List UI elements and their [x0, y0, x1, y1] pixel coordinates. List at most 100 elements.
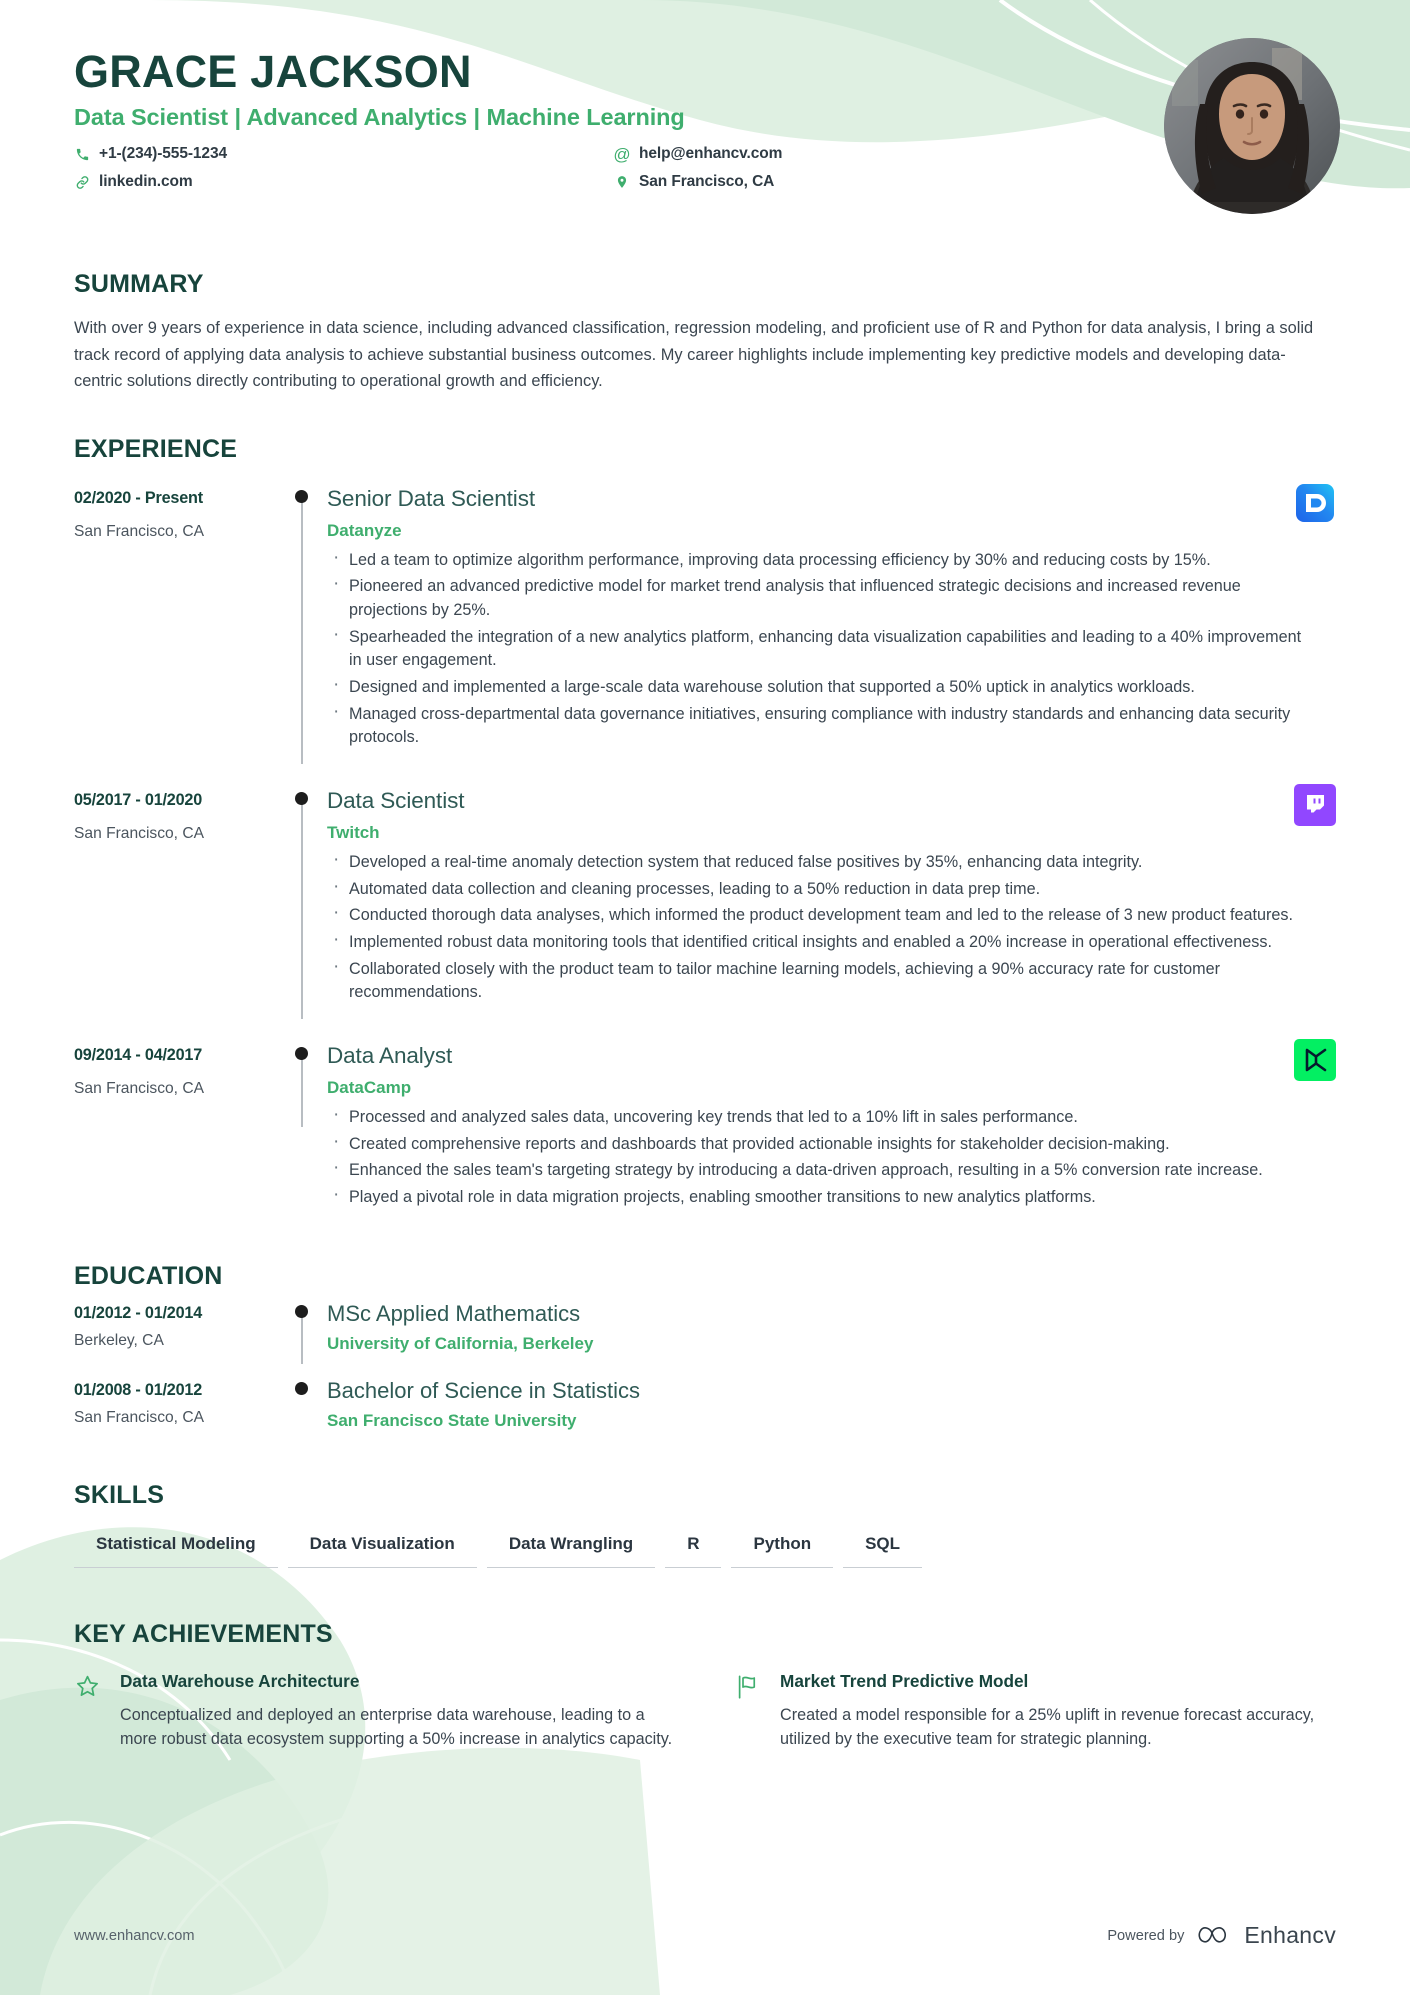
education-body: MSc Applied Mathematics University of Ca… [327, 1301, 1336, 1354]
experience-meta: 05/2017 - 01/2020 San Francisco, CA [74, 788, 279, 1005]
timeline-rail [279, 1301, 327, 1364]
education-date: 01/2008 - 01/2012 [74, 1380, 203, 1399]
flag-icon [734, 1671, 764, 1752]
timeline-dot [295, 1046, 308, 1060]
experience-bullet: Created comprehensive reports and dashbo… [327, 1128, 1316, 1157]
contact-linkedin-text: linkedin.com [99, 173, 193, 191]
skill-chip: Python [731, 1534, 834, 1568]
achievements-grid: Data Warehouse Architecture Conceptualiz… [74, 1671, 1334, 1752]
skill-chip: R [665, 1534, 722, 1568]
summary-text: With over 9 years of experience in data … [74, 319, 1314, 391]
enhancv-brand: Enhancv [1197, 1922, 1336, 1949]
education-school: University of California, Berkeley [327, 1333, 594, 1353]
experience-body: Senior Data Scientist Datanyze Led a tea… [327, 483, 1336, 750]
contact-phone[interactable]: +1-(234)-555-1234 [74, 145, 614, 163]
skill-chip: Data Wrangling [486, 1534, 656, 1568]
experience-bullet: Spearheaded the integration of a new ana… [327, 621, 1316, 673]
contact-location: San Francisco, CA [614, 173, 834, 191]
skill-chip: Statistical Modeling [74, 1534, 278, 1568]
experience-bullet: Collaborated closely with the product te… [327, 953, 1316, 1005]
skills-section-title: SKILLS [74, 1480, 165, 1509]
achievement-title: Market Trend Predictive Model [780, 1670, 1029, 1691]
footer: www.enhancv.com Powered by Enhancv [0, 1922, 1410, 1949]
achievements-section: KEY ACHIEVEMENTS Data Warehouse Architec… [0, 1620, 1410, 1752]
contact-phone-text: +1-(234)-555-1234 [99, 145, 227, 163]
timeline-rail [279, 486, 327, 764]
powered-by-block: Powered by Enhancv [1107, 1922, 1336, 1949]
avatar-photo [1164, 38, 1340, 214]
experience-bullet: Implemented robust data monitoring tools… [327, 926, 1316, 955]
experience-company: DataCamp [327, 1077, 412, 1097]
avatar [1164, 38, 1340, 214]
achievement-item: Market Trend Predictive Model Created a … [734, 1671, 1334, 1752]
experience-location: San Francisco, CA [74, 1079, 204, 1097]
experience-bullet: Led a team to optimize algorithm perform… [327, 544, 1316, 573]
experience-body: Data Scientist Twitch Developed a real-t… [327, 783, 1336, 1005]
experience-bullets: Developed a real-time anomaly detection … [327, 846, 1316, 1005]
experience-bullet: Automated data collection and cleaning p… [327, 873, 1316, 902]
skill-chip: Data Visualization [287, 1534, 477, 1568]
timeline-line [301, 797, 303, 1019]
experience-item: 05/2017 - 01/2020 San Francisco, CA Data… [74, 783, 1336, 1019]
timeline-rail [279, 1378, 327, 1431]
contact-location-text: San Francisco, CA [639, 173, 775, 191]
education-meta: 01/2008 - 01/2012 San Francisco, CA [74, 1378, 279, 1431]
timeline-dot [295, 1381, 308, 1395]
experience-item: 09/2014 - 04/2017 San Francisco, CA Data… [74, 1038, 1336, 1210]
contact-email-text: help@enhancv.com [639, 145, 783, 163]
skill-chip: SQL [843, 1534, 923, 1568]
experience-bullet: Pioneered an advanced predictive model f… [327, 570, 1316, 622]
experience-bullet: Enhanced the sales team's targeting stra… [327, 1154, 1316, 1183]
location-pin-icon [614, 174, 630, 190]
experience-bullets: Led a team to optimize algorithm perform… [327, 544, 1316, 750]
experience-bullets: Processed and analyzed sales data, uncov… [327, 1101, 1316, 1210]
education-location: Berkeley, CA [74, 1331, 164, 1349]
timeline-rail [279, 788, 327, 1019]
achievement-text-block: Market Trend Predictive Model Created a … [780, 1671, 1334, 1752]
timeline-dot [295, 1304, 308, 1318]
resume-header: GRACE JACKSON Data Scientist | Advanced … [0, 0, 1410, 260]
timeline-dot [295, 791, 308, 805]
timeline-line [301, 1310, 303, 1364]
experience-item: 02/2020 - Present San Francisco, CA Seni… [74, 483, 1336, 764]
summary-section: SUMMARY With over 9 years of experience … [0, 270, 1410, 395]
achievement-title: Data Warehouse Architecture [120, 1670, 360, 1691]
experience-company: Twitch [327, 822, 380, 842]
experience-date: 05/2017 - 01/2020 [74, 790, 203, 809]
link-icon [74, 174, 90, 190]
education-degree: Bachelor of Science in Statistics [327, 1377, 641, 1403]
datanyze-logo [1294, 482, 1336, 524]
contact-info-grid: +1-(234)-555-1234 @ help@enhancv.com lin… [74, 145, 834, 191]
resume-page: GRACE JACKSON Data Scientist | Advanced … [0, 0, 1410, 1995]
experience-role: Data Analyst [327, 1042, 453, 1068]
education-location: San Francisco, CA [74, 1408, 204, 1426]
education-item: 01/2012 - 01/2014 Berkeley, CA MSc Appli… [74, 1301, 1336, 1364]
twitch-logo [1294, 783, 1336, 826]
education-section: EDUCATION 01/2012 - 01/2014 Berkeley, CA… [0, 1262, 1410, 1431]
experience-bullet: Managed cross-departmental data governan… [327, 698, 1316, 750]
experience-bullet: Played a pivotal role in data migration … [327, 1181, 1316, 1210]
achievement-item: Data Warehouse Architecture Conceptualiz… [74, 1671, 674, 1752]
experience-bullet: Processed and analyzed sales data, uncov… [327, 1101, 1316, 1130]
achievement-description: Conceptualized and deployed an enterpris… [120, 1705, 673, 1749]
experience-section-title: EXPERIENCE [74, 434, 238, 463]
powered-by-label: Powered by [1107, 1927, 1185, 1944]
experience-company: Datanyze [327, 520, 402, 540]
contact-linkedin[interactable]: linkedin.com [74, 173, 614, 191]
education-list: 01/2012 - 01/2014 Berkeley, CA MSc Appli… [74, 1301, 1336, 1431]
experience-section: EXPERIENCE 02/2020 - Present San Francis… [0, 435, 1410, 1210]
timeline-line [301, 495, 303, 764]
datacamp-logo [1294, 1038, 1336, 1081]
experience-bullet: Conducted thorough data analyses, which … [327, 899, 1316, 928]
contact-email[interactable]: @ help@enhancv.com [613, 145, 834, 163]
phone-icon [74, 146, 90, 162]
education-school: San Francisco State University [327, 1410, 577, 1430]
education-body: Bachelor of Science in Statistics San Fr… [327, 1378, 1336, 1431]
star-icon [74, 1671, 104, 1752]
achievements-section-title: KEY ACHIEVEMENTS [74, 1619, 333, 1648]
skills-list: Statistical Modeling Data Visualization … [74, 1534, 1336, 1568]
enhancv-logo-icon [1197, 1924, 1235, 1948]
footer-website-url[interactable]: www.enhancv.com [74, 1928, 195, 1944]
education-section-title: EDUCATION [74, 1261, 223, 1290]
experience-bullet: Developed a real-time anomaly detection … [327, 846, 1316, 875]
